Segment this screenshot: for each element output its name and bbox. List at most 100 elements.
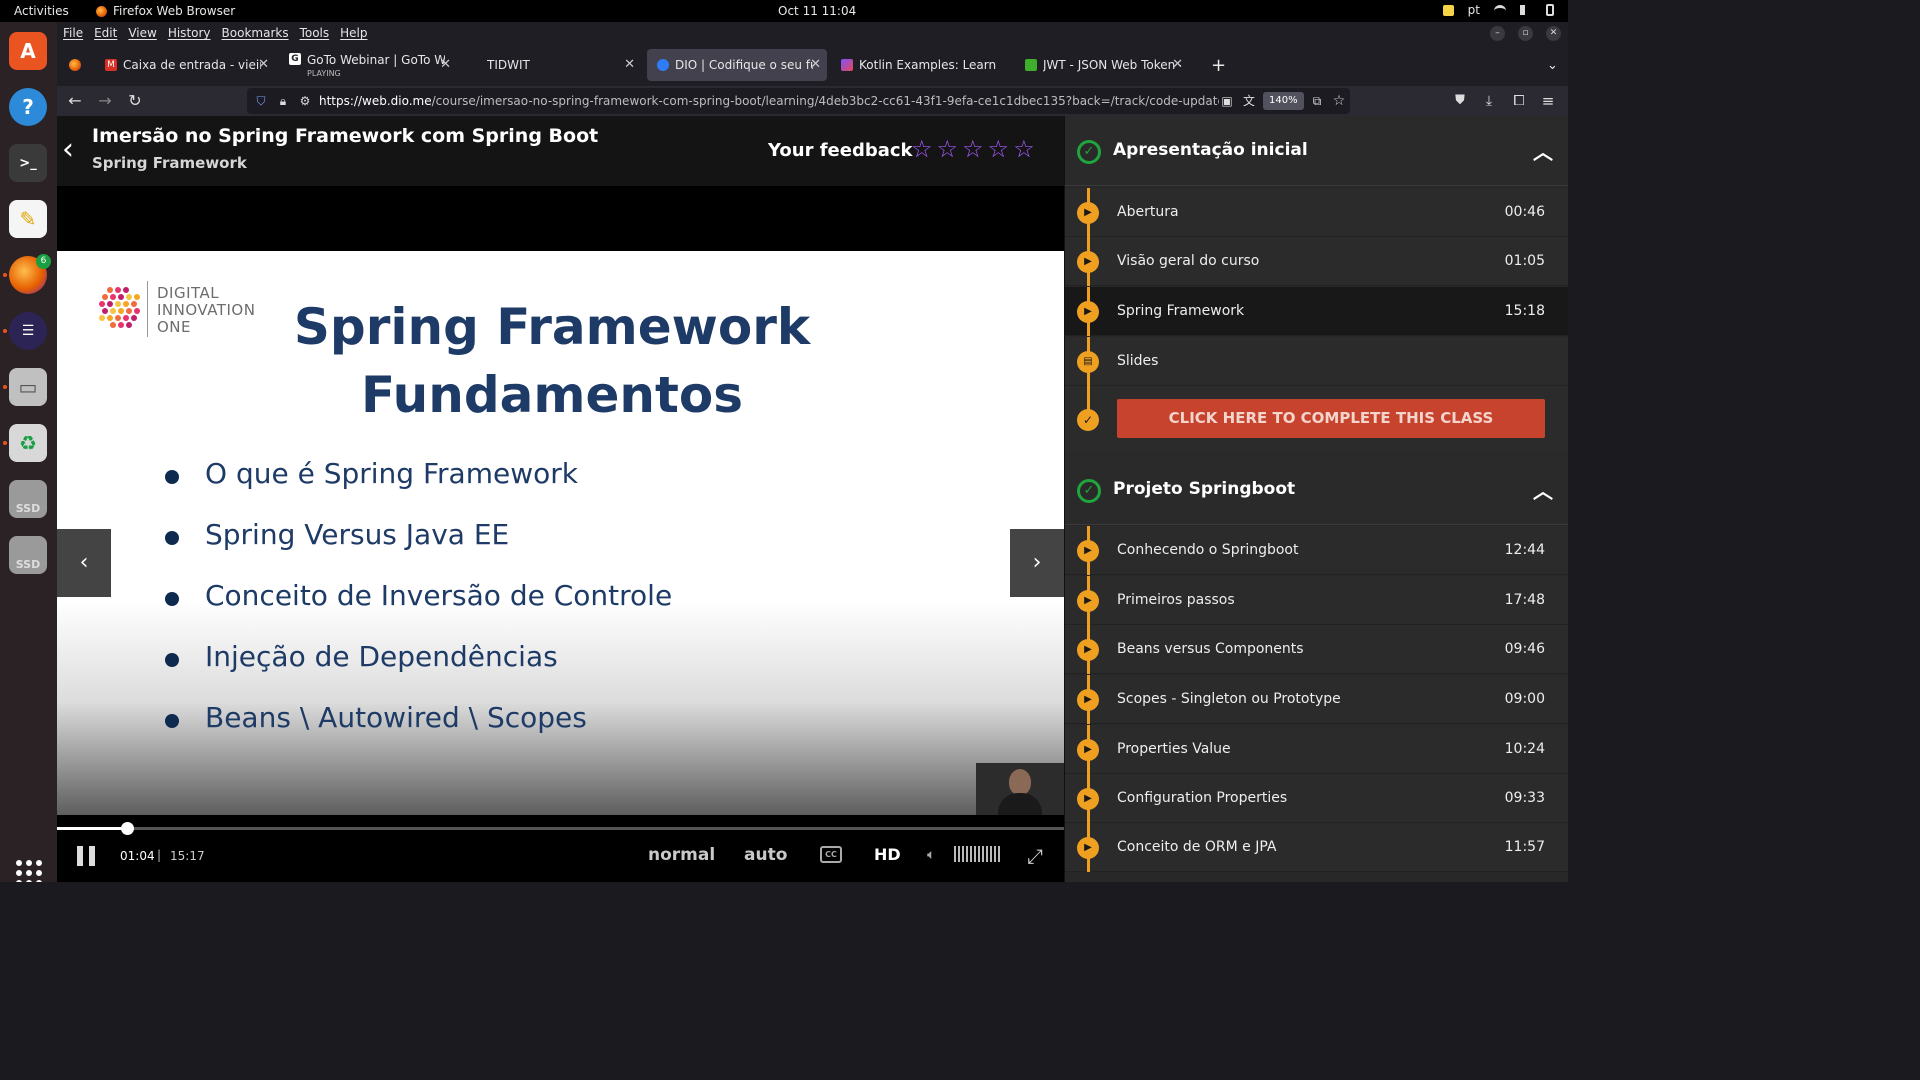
firefox-view-button[interactable]	[61, 49, 89, 81]
lesson-item[interactable]: ▶ Conhecendo o Springboot 12:44	[1065, 526, 1568, 575]
next-lesson-button[interactable]: ›	[1010, 529, 1064, 597]
bookmark-star-icon[interactable]: ☆	[1329, 91, 1349, 111]
new-tab-button[interactable]: +	[1201, 49, 1229, 81]
section-header-projeto[interactable]: ✓ Projeto Springboot ︿	[1065, 455, 1568, 525]
lesson-item[interactable]: ▶ Scopes - Singleton ou Prototype 09:00	[1065, 675, 1568, 724]
chevron-up-icon[interactable]: ︿	[1533, 475, 1553, 504]
eclipse-icon[interactable]: ☰	[9, 312, 47, 350]
url-text[interactable]: https://web.dio.me/course/imersao-no-spr…	[319, 94, 1219, 108]
slide-title-line-2: Fundamentos	[360, 366, 743, 424]
activities-button[interactable]: Activities	[14, 4, 69, 18]
fullscreen-icon[interactable]: ⤢	[1027, 844, 1043, 868]
lesson-item[interactable]: ▶ Abertura 00:46	[1065, 188, 1568, 237]
battery-icon[interactable]	[1546, 4, 1554, 16]
permissions-icon[interactable]: ⚙	[295, 91, 315, 111]
menu-view[interactable]: View	[128, 26, 156, 40]
picture-icon[interactable]: ▣	[1217, 91, 1237, 111]
lesson-item[interactable]: ▤ Slides	[1065, 337, 1568, 386]
terminal-icon[interactable]: >_	[9, 144, 47, 182]
section-header-apresentacao[interactable]: ✓ Apresentação inicial ︿	[1065, 116, 1568, 186]
quality-button[interactable]: auto	[744, 845, 787, 865]
complete-class-button[interactable]: CLICK HERE TO COMPLETE THIS CLASS	[1117, 399, 1545, 438]
show-apps-icon[interactable]	[16, 860, 42, 882]
reader-view-icon[interactable]: ⧉	[1307, 91, 1327, 111]
shield-icon[interactable]: ⛉	[251, 91, 271, 111]
video-player[interactable]: DIGITAL INNOVATION ONE Spring Framework …	[57, 186, 1064, 882]
chevron-left-icon[interactable]: ‹	[57, 130, 79, 170]
lesson-item[interactable]: ▶ Conceito de ORM e JPA 11:57	[1065, 823, 1568, 872]
hamburger-menu-icon[interactable]: ≡	[1538, 91, 1558, 111]
translate-icon[interactable]: 文	[1239, 91, 1259, 111]
zoom-indicator[interactable]: 140%	[1263, 92, 1304, 110]
star-icon[interactable]: ☆	[962, 136, 984, 162]
app-menu[interactable]: Firefox Web Browser	[96, 4, 235, 18]
tab-tidwit[interactable]: TIDWIT ✕	[475, 49, 641, 81]
tab-kotlin[interactable]: Kotlin Examples: Learn Ko	[831, 49, 1011, 81]
ssd-drive-icon[interactable]: SSD	[9, 480, 47, 518]
maximize-icon[interactable]: ▫	[1518, 26, 1533, 41]
lesson-item[interactable]: ▶ Beans versus Components 09:46	[1065, 625, 1568, 674]
keyboard-layout[interactable]: pt	[1468, 3, 1480, 17]
lesson-item[interactable]: ▶ Visão geral do curso 01:05	[1065, 237, 1568, 286]
reload-icon[interactable]: ↻	[125, 91, 145, 111]
star-icon[interactable]: ☆	[988, 136, 1010, 162]
menu-help[interactable]: Help	[340, 26, 367, 40]
files-icon[interactable]: ▭	[9, 368, 47, 406]
system-tray[interactable]: pt	[1442, 3, 1554, 17]
minimize-icon[interactable]: –	[1490, 26, 1505, 41]
mute-icon[interactable]: 🔈︎	[927, 847, 935, 863]
star-icon[interactable]: ☆	[911, 136, 933, 162]
pause-icon[interactable]	[77, 846, 97, 866]
lock-icon[interactable]: 🔒︎	[273, 91, 293, 111]
tab-close-icon[interactable]: ✕	[624, 57, 635, 72]
dio-logo: DIGITAL INNOVATION ONE	[99, 281, 274, 341]
tab-close-icon[interactable]: ✕	[810, 57, 821, 72]
hd-toggle[interactable]: HD	[874, 845, 901, 864]
close-window-icon[interactable]: ✕	[1546, 26, 1561, 41]
playback-speed-button[interactable]: normal	[648, 845, 715, 865]
logo-line-2: INNOVATION	[157, 301, 256, 319]
tab-close-icon[interactable]: ✕	[440, 57, 451, 72]
tab-close-icon[interactable]: ✕	[1172, 57, 1183, 72]
logo-text: DIGITAL INNOVATION ONE	[157, 285, 255, 336]
menu-history[interactable]: History	[168, 26, 211, 40]
tab-close-icon[interactable]: ✕	[258, 57, 269, 72]
text-editor-icon[interactable]: ✎	[9, 200, 47, 238]
list-all-tabs-button[interactable]: ⌄	[1537, 49, 1565, 81]
ssd-drive-icon[interactable]: SSD	[9, 536, 47, 574]
clock[interactable]: Oct 11 11:04	[778, 4, 856, 18]
volume-slider[interactable]	[954, 846, 1000, 862]
running-indicator	[3, 441, 7, 445]
tab-jwt[interactable]: JWT - JSON Web Token - ✕	[1015, 49, 1189, 81]
lesson-item[interactable]: ▶ Properties Value 10:24	[1065, 725, 1568, 774]
back-icon[interactable]: ←	[65, 91, 85, 111]
lesson-item-current[interactable]: ▶ Spring Framework 15:18	[1065, 287, 1568, 336]
lesson-item[interactable]: ▶ Configuration Properties 09:33	[1065, 774, 1568, 823]
notes-icon[interactable]	[1442, 4, 1454, 16]
lesson-item[interactable]: ▶ Primeiros passos 17:48	[1065, 576, 1568, 625]
star-icon[interactable]: ☆	[937, 136, 959, 162]
forward-icon[interactable]: →	[95, 91, 115, 111]
tab-dio[interactable]: DIO | Codifique o seu futu ✕	[647, 49, 827, 81]
captions-icon[interactable]: CC	[820, 846, 842, 863]
help-icon[interactable]: ?	[9, 88, 47, 126]
pocket-icon[interactable]: ⛊	[1450, 91, 1470, 111]
lesson-duration: 12:44	[1504, 542, 1545, 558]
volume-icon[interactable]	[1520, 5, 1532, 15]
menu-edit[interactable]: Edit	[94, 26, 117, 40]
tab-goto-webinar[interactable]: G GoTo Webinar | GoTo We PLAYING ✕	[279, 49, 457, 81]
menu-file[interactable]: File	[63, 26, 83, 40]
star-icon[interactable]: ☆	[1013, 136, 1035, 162]
seek-bar[interactable]	[57, 822, 1064, 835]
extensions-icon[interactable]: ⧠	[1509, 91, 1529, 111]
downloads-icon[interactable]: ⤓	[1479, 91, 1499, 111]
menu-bookmarks[interactable]: Bookmarks	[222, 26, 289, 40]
tab-gmail[interactable]: M Caixa de entrada - vieira.f ✕	[95, 49, 275, 81]
trash-icon[interactable]: ♻	[9, 424, 47, 462]
menu-tools[interactable]: Tools	[300, 26, 330, 40]
software-center-icon[interactable]: A	[9, 32, 47, 70]
chevron-up-icon[interactable]: ︿	[1533, 136, 1553, 165]
wifi-icon[interactable]	[1494, 5, 1506, 15]
previous-lesson-button[interactable]: ‹	[57, 529, 111, 597]
url-bar[interactable]: ⛉ 🔒︎ ⚙ https://web.dio.me/course/imersao…	[247, 88, 1350, 114]
